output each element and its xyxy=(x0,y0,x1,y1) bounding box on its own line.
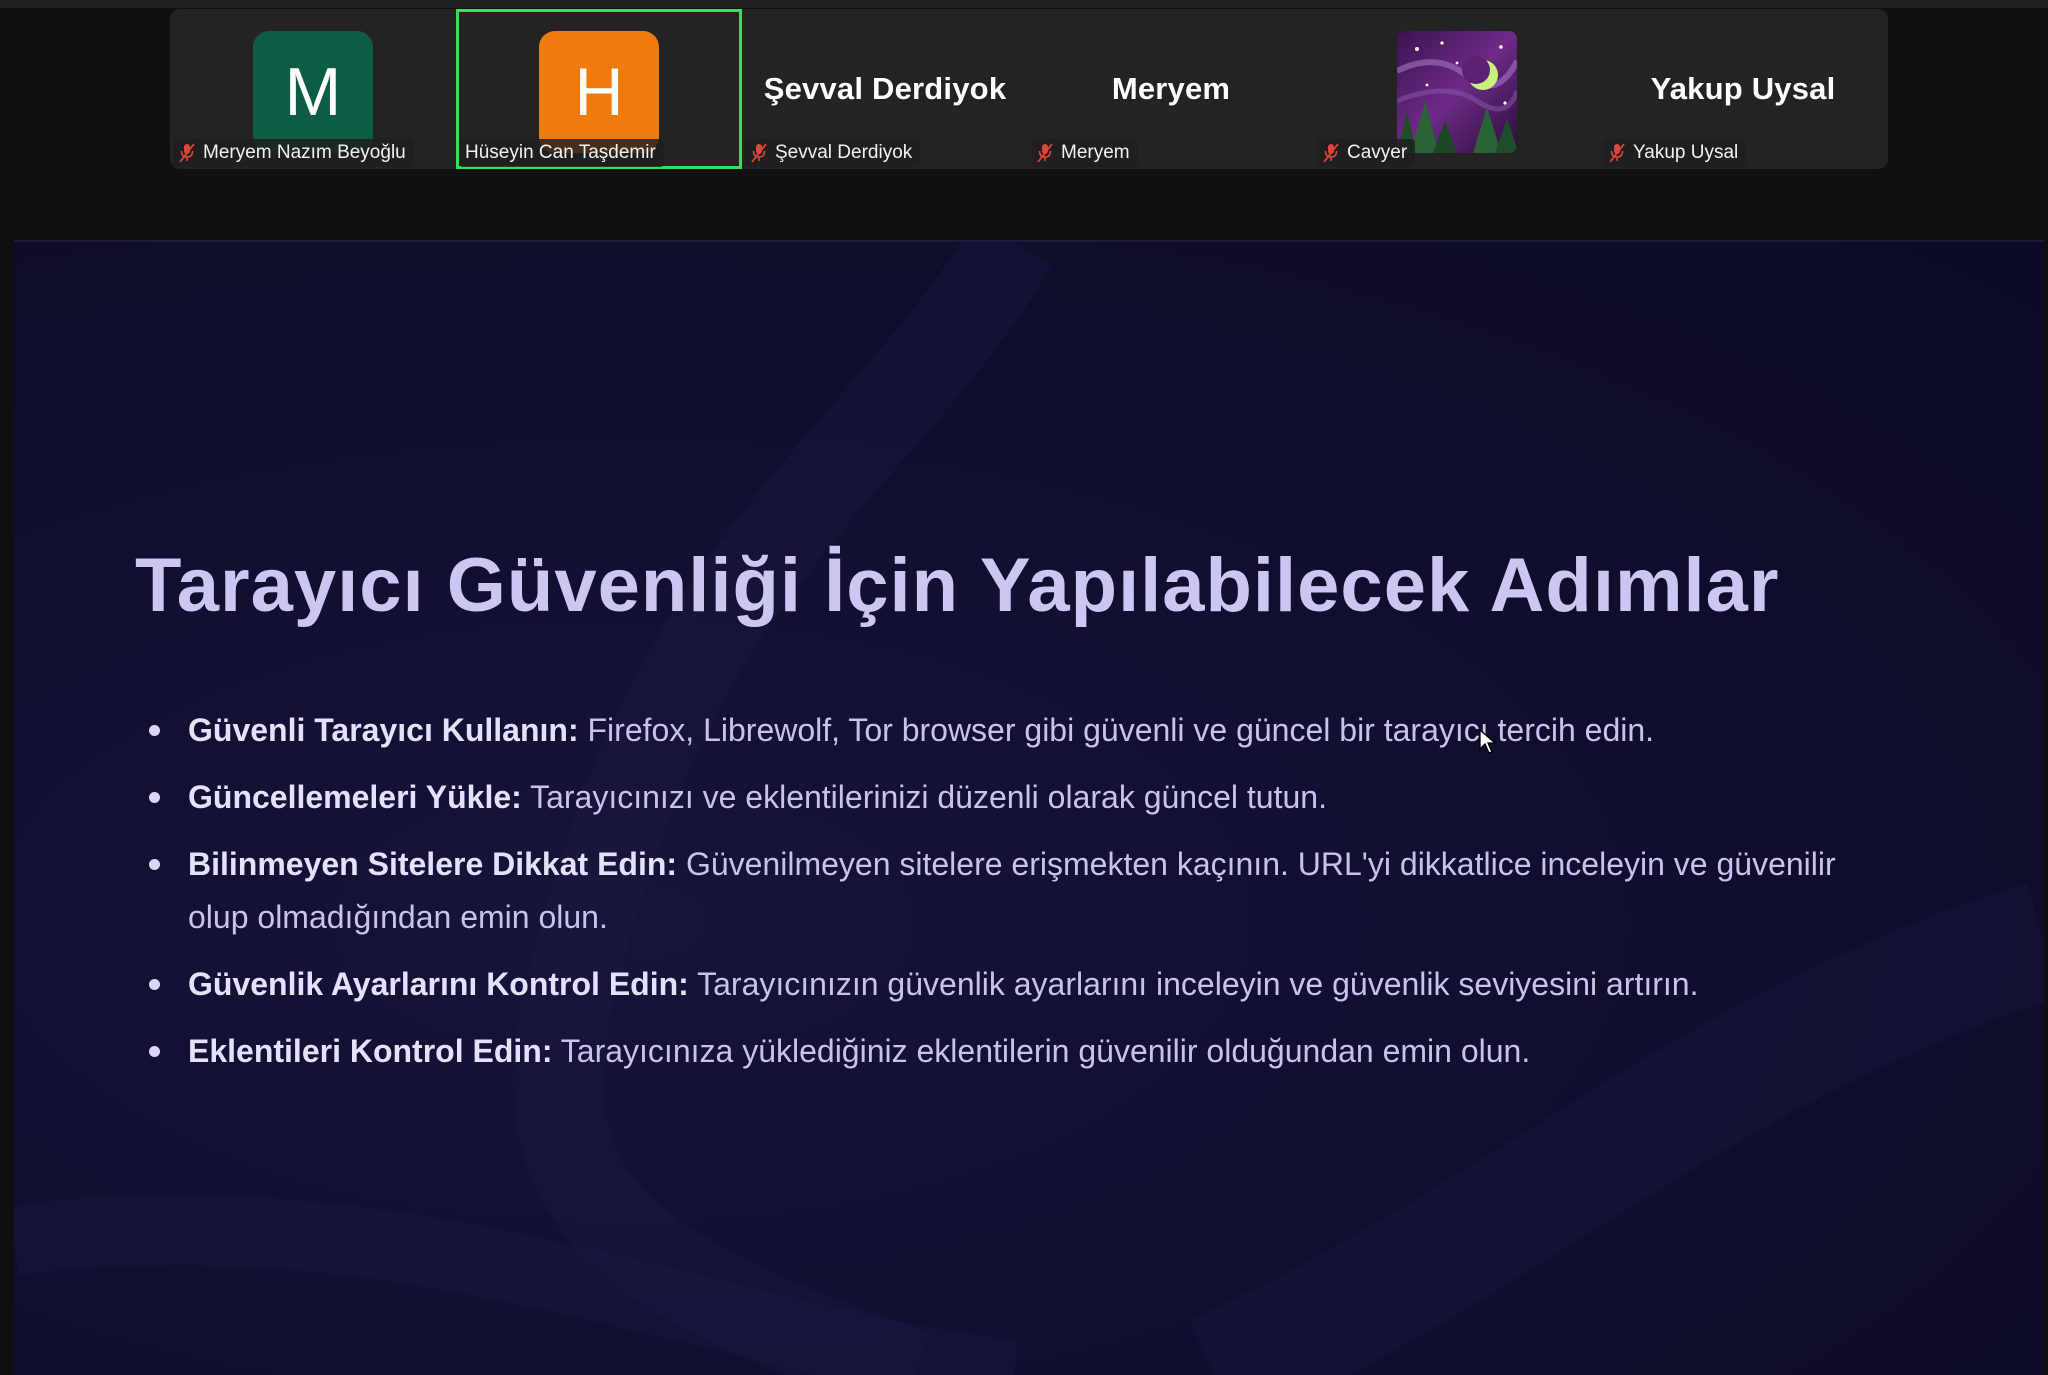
participant-name-label: Yakup Uysal xyxy=(1603,139,1747,167)
participant-name: Meryem xyxy=(1061,142,1130,163)
participant-tile-yakup-uysal[interactable]: Yakup Uysal Yakup Uysal xyxy=(1600,9,1886,169)
participant-tile-cavyer[interactable]: Cavyer xyxy=(1314,9,1600,169)
participant-name: Cavyer xyxy=(1347,142,1408,163)
participant-tile-sevval-derdiyok[interactable]: Şevval Derdiyok Şevval Derdiyok xyxy=(742,9,1028,169)
mic-muted-icon xyxy=(179,143,195,163)
bullet-text: Tarayıcınızı ve eklentilerinizi düzenli … xyxy=(521,779,1327,815)
participant-name-label: Meryem xyxy=(1031,139,1138,167)
list-item: Güvenli Tarayıcı Kullanın: Firefox, Libr… xyxy=(135,704,1895,757)
avatar-letter: H xyxy=(574,54,624,130)
bullet-heading: Güncellemeleri Yükle: xyxy=(188,779,522,815)
avatar: M xyxy=(253,31,373,153)
bullet-text: Tarayıcınıza yüklediğiniz eklentilerin g… xyxy=(552,1033,1531,1069)
participant-name-label: Hüseyin Can Taşdemir xyxy=(459,139,664,167)
participant-name-label: Şevval Derdiyok xyxy=(745,139,921,167)
moon-night-avatar-icon xyxy=(1397,31,1517,153)
participant-big-name: Şevval Derdiyok xyxy=(763,71,1007,106)
list-item: Güvenlik Ayarlarını Kontrol Edin: Tarayı… xyxy=(135,958,1895,1011)
list-item: Güncellemeleri Yükle: Tarayıcınızı ve ek… xyxy=(135,771,1895,824)
slide-bullet-list: Güvenli Tarayıcı Kullanın: Firefox, Libr… xyxy=(135,704,1895,1092)
bullet-heading: Eklentileri Kontrol Edin: xyxy=(188,1033,553,1069)
mic-muted-icon xyxy=(1037,143,1053,163)
bullet-heading: Bilinmeyen Sitelere Dikkat Edin: xyxy=(188,846,678,882)
participant-name: Yakup Uysal xyxy=(1633,142,1739,163)
avatar: H xyxy=(539,31,659,153)
participant-strip: M Meryem Nazım Beyoğlu H Hüseyin Can Taş… xyxy=(170,9,1888,169)
bullet-text: Tarayıcınızın güvenlik ayarlarını incele… xyxy=(688,966,1699,1002)
participant-big-name: Yakup Uysal xyxy=(1650,71,1836,106)
participant-tile-meryem[interactable]: Meryem Meryem xyxy=(1028,9,1314,169)
mouse-cursor-icon xyxy=(1479,729,1497,754)
participant-name-label: Cavyer xyxy=(1317,139,1416,167)
mic-muted-icon xyxy=(1609,143,1625,163)
participant-name: Meryem Nazım Beyoğlu xyxy=(203,142,406,163)
participant-tile-huseyin-can-tasdemir[interactable]: H Hüseyin Can Taşdemir xyxy=(456,9,742,169)
mic-muted-icon xyxy=(751,143,767,163)
bullet-heading: Güvenli Tarayıcı Kullanın: xyxy=(188,712,579,748)
participant-name: Şevval Derdiyok xyxy=(775,142,913,163)
bullet-heading: Güvenlik Ayarlarını Kontrol Edin: xyxy=(188,966,689,1002)
participant-name-label: Meryem Nazım Beyoğlu xyxy=(173,139,414,167)
mic-muted-icon xyxy=(1323,143,1339,163)
list-item: Eklentileri Kontrol Edin: Tarayıcınıza y… xyxy=(135,1025,1895,1078)
participant-big-name: Meryem xyxy=(1111,71,1231,106)
participant-tile-meryem-nazim-beyoglu[interactable]: M Meryem Nazım Beyoğlu xyxy=(170,9,456,169)
avatar-letter: M xyxy=(284,54,342,130)
list-item: Bilinmeyen Sitelere Dikkat Edin: Güvenil… xyxy=(135,838,1895,944)
slide-title: Tarayıcı Güvenliği İçin Yapılabilecek Ad… xyxy=(135,543,1780,628)
shared-screen-slide[interactable]: Tarayıcı Güvenliği İçin Yapılabilecek Ad… xyxy=(14,240,2044,1375)
participant-name: Hüseyin Can Taşdemir xyxy=(465,142,656,163)
participant-bar: M Meryem Nazım Beyoğlu H Hüseyin Can Taş… xyxy=(0,0,2048,236)
